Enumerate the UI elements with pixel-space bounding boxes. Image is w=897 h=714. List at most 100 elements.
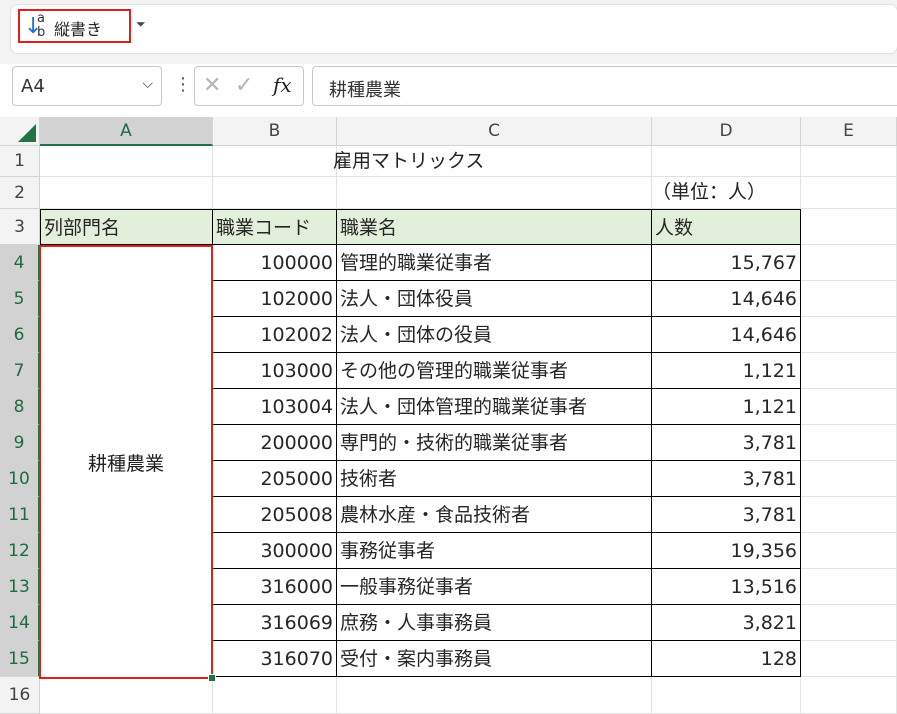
table-header-cell[interactable]: 職業コード [213,209,337,245]
cell[interactable] [801,353,897,389]
cell[interactable] [801,209,897,245]
row-header-10[interactable]: 10 [0,461,40,497]
select-all-corner[interactable] [0,117,40,146]
code-cell[interactable]: 316069 [213,605,337,641]
cell[interactable] [801,177,897,209]
count-cell[interactable]: 3,781 [652,497,801,533]
row-header-1[interactable]: 1 [0,146,40,177]
code-cell[interactable]: 316000 [213,569,337,605]
cell[interactable] [801,533,897,569]
insert-function-icon[interactable]: fx [273,73,292,97]
name-cell[interactable]: 技術者 [337,461,652,497]
name-cell[interactable]: 事務従事者 [337,533,652,569]
column-header-d[interactable]: D [652,117,801,146]
count-cell[interactable]: 3,781 [652,461,801,497]
worksheet-grid[interactable]: A B C D E 1 2 3 列部門名 職業コード 職業名 人数 4 100000 管理的職業従… [0,117,897,714]
cell[interactable] [801,389,897,425]
code-cell[interactable]: 100000 [213,245,337,281]
cell[interactable] [801,317,897,353]
code-cell[interactable]: 205000 [213,461,337,497]
row-header-14[interactable]: 14 [0,605,40,641]
cell[interactable] [801,461,897,497]
cell[interactable] [40,677,213,714]
table-header-cell[interactable]: 職業名 [337,209,652,245]
fill-handle[interactable] [208,674,216,682]
row-header-6[interactable]: 6 [0,317,40,353]
cell[interactable] [801,497,897,533]
cell[interactable] [652,146,801,177]
row-header-5[interactable]: 5 [0,281,40,317]
row-header-11[interactable]: 11 [0,497,40,533]
merged-category-cell[interactable]: 耕種農業 [39,245,213,679]
row-header-7[interactable]: 7 [0,353,40,389]
cell[interactable] [213,677,337,714]
cell[interactable] [652,677,801,714]
enter-icon[interactable]: ✓ [235,73,253,98]
count-cell[interactable]: 19,356 [652,533,801,569]
cell[interactable] [801,281,897,317]
cancel-icon[interactable]: ✕ [203,73,221,98]
row-header-13[interactable]: 13 [0,569,40,605]
chevron-down-icon[interactable]: ⏷ [136,17,146,32]
name-cell[interactable]: 管理的職業従事者 [337,245,652,281]
cell[interactable] [40,146,213,177]
more-options-icon[interactable]: ⋮ [174,74,192,95]
cell[interactable] [213,177,337,209]
name-cell[interactable]: 庶務・人事事務員 [337,605,652,641]
count-cell[interactable]: 3,821 [652,605,801,641]
cell[interactable] [801,425,897,461]
cell[interactable] [337,677,652,714]
cell[interactable] [337,177,652,209]
cell[interactable] [801,146,897,177]
count-cell[interactable]: 14,646 [652,317,801,353]
count-cell[interactable]: 14,646 [652,281,801,317]
code-cell[interactable]: 103000 [213,353,337,389]
cell[interactable] [801,641,897,677]
count-cell[interactable]: 3,781 [652,425,801,461]
cell[interactable] [40,177,213,209]
name-cell[interactable]: 農林水産・食品技術者 [337,497,652,533]
row-header-16[interactable]: 16 [0,677,40,714]
name-cell[interactable]: 専門的・技術的職業従事者 [337,425,652,461]
cell[interactable] [801,605,897,641]
name-cell[interactable]: 法人・団体役員 [337,281,652,317]
row-header-2[interactable]: 2 [0,177,40,209]
text-orientation-vertical-button[interactable]: ↓ a b 縦書き [18,9,131,43]
name-cell[interactable]: 一般事務従事者 [337,569,652,605]
column-header-e[interactable]: E [801,117,897,146]
table-header-cell[interactable]: 人数 [652,209,801,245]
code-cell[interactable]: 102002 [213,317,337,353]
column-header-b[interactable]: B [213,117,337,146]
code-cell[interactable]: 102000 [213,281,337,317]
cell[interactable] [801,677,897,714]
code-cell[interactable]: 200000 [213,425,337,461]
code-cell[interactable]: 103004 [213,389,337,425]
cell[interactable] [801,569,897,605]
code-cell[interactable]: 205008 [213,497,337,533]
count-cell[interactable]: 128 [652,641,801,677]
row-header-12[interactable]: 12 [0,533,40,569]
count-cell[interactable]: 15,767 [652,245,801,281]
row-header-3[interactable]: 3 [0,209,40,245]
table-header-cell[interactable]: 列部門名 [40,209,213,245]
row-header-15[interactable]: 15 [0,641,40,677]
name-cell[interactable]: 法人・団体管理的職業従事者 [337,389,652,425]
formula-input[interactable]: 耕種農業 [312,66,897,106]
name-cell[interactable]: 法人・団体の役員 [337,317,652,353]
row-header-9[interactable]: 9 [0,425,40,461]
code-cell[interactable]: 300000 [213,533,337,569]
row-header-8[interactable]: 8 [0,389,40,425]
chevron-down-icon[interactable]: ⌵ [142,76,153,92]
row-header-4[interactable]: 4 [0,245,40,281]
name-box[interactable]: A4 ⌵ [12,66,162,106]
column-header-a[interactable]: A [40,117,213,146]
count-cell[interactable]: 1,121 [652,353,801,389]
count-cell[interactable]: 1,121 [652,389,801,425]
code-cell[interactable]: 316070 [213,641,337,677]
name-cell[interactable]: 受付・案内事務員 [337,641,652,677]
column-header-c[interactable]: C [337,117,652,146]
count-cell[interactable]: 13,516 [652,569,801,605]
name-cell[interactable]: その他の管理的職業従事者 [337,353,652,389]
cell[interactable] [213,146,337,177]
cell[interactable] [801,245,897,281]
